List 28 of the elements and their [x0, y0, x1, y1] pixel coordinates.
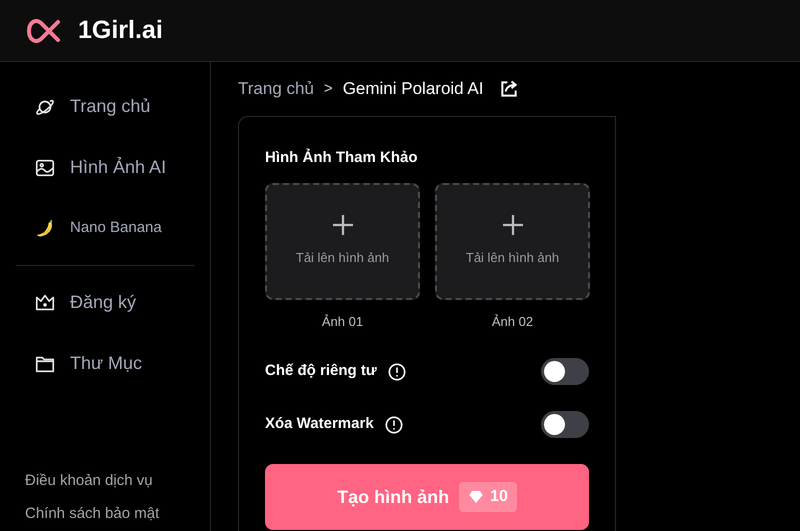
breadcrumb-link[interactable]: Trang chủ: [238, 76, 314, 102]
cost-badge: 10: [459, 482, 517, 512]
upload-dropzone[interactable]: Tải lên hình ảnh: [265, 182, 420, 300]
plus-icon: [332, 214, 354, 236]
logo-icon: [26, 18, 62, 42]
footer-link[interactable]: Điều khoản dịch vụ: [25, 470, 210, 492]
sidebar-item[interactable]: Hình Ảnh AI: [16, 137, 194, 198]
section-title: Hình Ảnh Tham Khảo: [265, 148, 418, 168]
image-caption: Ảnh 02: [492, 312, 534, 330]
sidebar-item[interactable]: Nano Banana: [16, 198, 194, 259]
info-icon[interactable]: [388, 362, 406, 380]
info-icon[interactable]: [384, 416, 403, 434]
breadcrumb-separator: >: [324, 78, 333, 99]
sidebar-item[interactable]: Đăng ký: [16, 272, 194, 333]
upload-dropzone[interactable]: Tải lên hình ảnh: [435, 182, 590, 300]
sidebar-item[interactable]: Thư Mục: [16, 333, 194, 394]
footer-link[interactable]: Chính sách bảo mật: [25, 502, 210, 525]
logo-text[interactable]: 1Girl.ai: [78, 12, 163, 50]
toggle-switch[interactable]: [541, 411, 589, 438]
toggle-label: Chế độ riêng tư: [265, 361, 377, 382]
sidebar-item[interactable]: Trang chủ: [16, 76, 194, 137]
breadcrumb-current: Gemini Polaroid AI: [342, 78, 484, 100]
image-caption: Ảnh 01: [322, 312, 364, 330]
toggle-label: Xóa Watermark: [265, 414, 374, 434]
plus-icon: [502, 214, 524, 236]
diamond-icon: [468, 489, 484, 505]
toggle-switch[interactable]: [541, 358, 589, 385]
share-icon[interactable]: [499, 79, 520, 99]
